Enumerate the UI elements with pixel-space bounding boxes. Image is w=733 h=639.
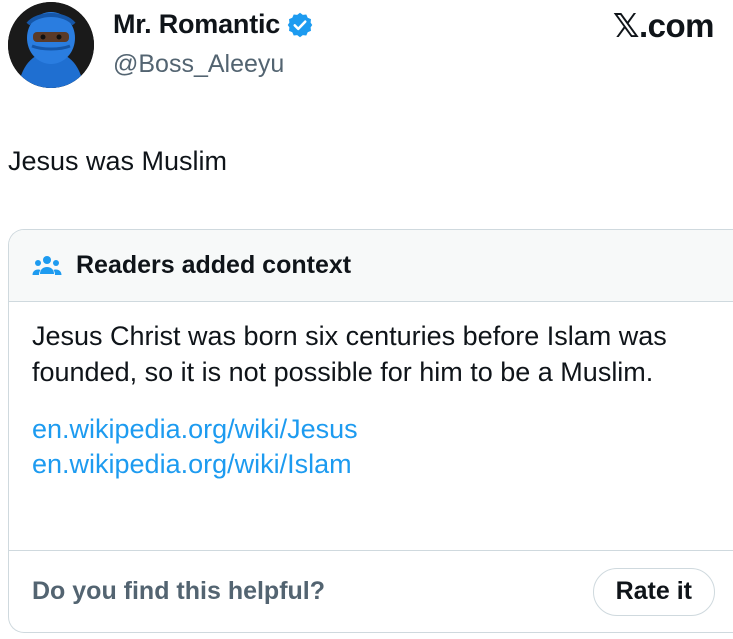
source-links: en.wikipedia.org/wiki/Jesus en.wikipedia…	[32, 412, 709, 482]
author-name-row: Mr. Romantic	[113, 9, 314, 40]
community-note-footer: Do you find this helpful? Rate it	[9, 550, 733, 632]
helpful-question: Do you find this helpful?	[32, 577, 326, 605]
author-handle[interactable]: @Boss_Aleeyu	[113, 50, 284, 79]
people-icon	[32, 254, 62, 278]
source-link-islam[interactable]: en.wikipedia.org/wiki/Islam	[32, 447, 709, 482]
author-display-name[interactable]: Mr. Romantic	[113, 9, 280, 40]
user-avatar[interactable]	[8, 2, 94, 88]
source-link-jesus[interactable]: en.wikipedia.org/wiki/Jesus	[32, 412, 709, 447]
community-note-header: Readers added context	[9, 230, 733, 302]
rate-it-button[interactable]: Rate it	[592, 567, 715, 616]
community-note-card: Readers added context Jesus Christ was b…	[8, 229, 733, 633]
avatar-image	[8, 2, 94, 88]
community-note-body: Jesus Christ was born six centuries befo…	[9, 302, 733, 482]
tweet-text: Jesus was Muslim	[8, 146, 228, 176]
community-note-text: Jesus Christ was born six centuries befo…	[32, 321, 667, 387]
community-note-title: Readers added context	[76, 251, 352, 279]
verified-badge-icon	[286, 11, 314, 39]
x-logo: 𝕏.com	[612, 7, 715, 44]
